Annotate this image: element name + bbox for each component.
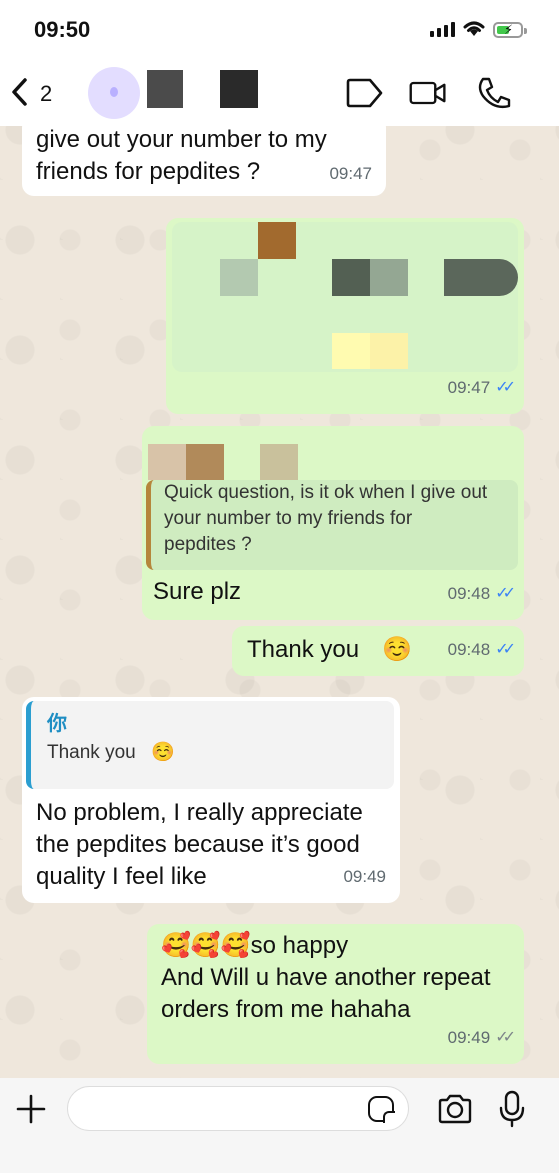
heart-face-emojis: 🥰🥰🥰 [161, 932, 251, 959]
video-camera-icon[interactable] [408, 76, 448, 110]
quoted-message[interactable]: Quick question, is it ok when I give out… [146, 480, 518, 570]
message-text-line: give out your number to my [36, 126, 327, 153]
quoted-text-line: pepdites ? [164, 534, 252, 555]
message-incoming[interactable]: give out your number to my friends for p… [22, 126, 386, 196]
message-meta: 09:47 [329, 158, 372, 190]
message-time: 09:47 [447, 378, 491, 397]
contact-avatar[interactable] [88, 67, 140, 119]
message-outgoing-image[interactable]: 09:47 ✓✓ [166, 218, 524, 414]
message-meta: 09:48 ✓✓ [447, 634, 516, 666]
message-time: 09:49 [343, 867, 386, 886]
message-text: Thank you [247, 636, 360, 663]
message-outgoing[interactable]: 🥰🥰🥰so happy And Will u have another repe… [147, 924, 524, 1064]
unread-count[interactable]: 2 [40, 81, 52, 107]
status-bar: 09:50 ⚡ [0, 0, 559, 60]
wifi-icon [463, 21, 485, 36]
message-incoming-reply[interactable]: 你 Thank you ☺️ No problem, I really appr… [22, 697, 400, 903]
message-text-line: quality I feel like [36, 863, 207, 890]
message-outgoing-reply[interactable]: Quick question, is it ok when I give out… [142, 426, 524, 620]
quoted-text-line: your number to my friends for [164, 508, 413, 529]
message-text-line: And Will u have another repeat [161, 964, 491, 991]
quoted-message-author-redacted [148, 444, 372, 480]
quoted-text: Thank you [47, 742, 136, 763]
back-chevron-icon[interactable] [10, 76, 30, 108]
message-text-line: so happy [250, 932, 349, 959]
message-meta: 09:49 ✓✓ [447, 1022, 516, 1054]
contact-name-redacted[interactable] [147, 70, 183, 108]
microphone-icon[interactable] [498, 1090, 526, 1128]
redacted-image[interactable] [172, 222, 518, 372]
message-text-line: orders from me hahaha [161, 996, 411, 1023]
message-meta: 09:49 [343, 861, 386, 893]
message-outgoing[interactable]: Thank you ☺️ 09:48 ✓✓ [232, 626, 524, 676]
cellular-signal-icon [430, 22, 455, 37]
status-time: 09:50 [34, 17, 91, 42]
quoted-text-line: Quick question, is it ok when I give out [164, 482, 488, 503]
read-receipt-icon: ✓✓ [495, 641, 516, 658]
message-input[interactable] [67, 1086, 409, 1131]
delivered-receipt-icon: ✓✓ [495, 1029, 516, 1046]
message-text-line: the pepdites because it’s good [36, 831, 360, 858]
camera-icon[interactable] [436, 1092, 474, 1126]
sticker-icon[interactable] [368, 1096, 395, 1123]
message-meta: 09:48 ✓✓ [447, 578, 516, 610]
battery-icon: ⚡ [493, 22, 527, 38]
read-receipt-icon: ✓✓ [495, 585, 516, 602]
chat-header: 2 [0, 60, 559, 126]
smiling-emoji: ☺️ [151, 742, 175, 763]
message-time: 09:47 [329, 164, 372, 183]
message-meta: 09:47 ✓✓ [447, 372, 516, 404]
message-text: Sure plz [153, 578, 242, 605]
tag-icon[interactable] [344, 76, 384, 110]
plus-icon[interactable] [15, 1093, 47, 1125]
message-text-line: No problem, I really appreciate [36, 799, 363, 826]
smiling-emoji: ☺️ [382, 636, 412, 663]
read-receipt-icon: ✓✓ [495, 379, 516, 396]
message-time: 09:49 [447, 1028, 491, 1047]
quoted-author: 你 [47, 713, 67, 735]
message-time: 09:48 [447, 584, 491, 603]
contact-name-redacted[interactable] [220, 70, 258, 108]
quoted-message[interactable]: 你 Thank you ☺️ [26, 701, 394, 789]
message-time: 09:48 [447, 640, 491, 659]
message-text-line: friends for pepdites ? [36, 158, 261, 185]
message-list[interactable]: give out your number to my friends for p… [0, 126, 559, 1078]
composer-bar [0, 1078, 559, 1173]
phone-icon[interactable] [474, 76, 514, 110]
